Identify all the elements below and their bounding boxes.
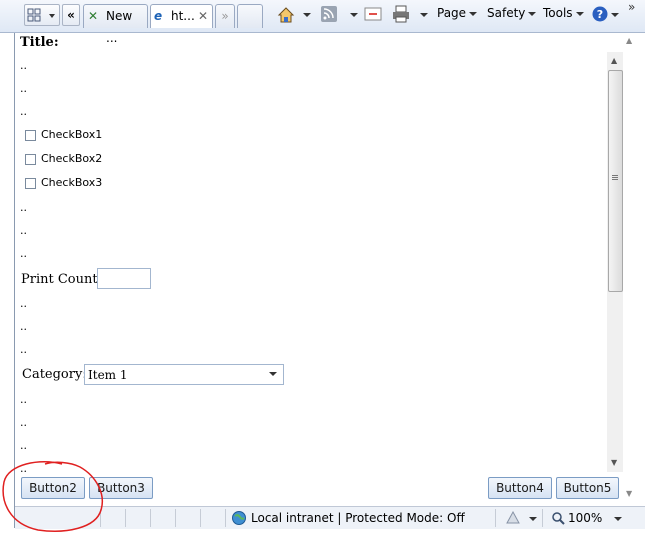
chevron-down-icon bbox=[528, 11, 537, 16]
scroll-down-icon[interactable]: ▼ bbox=[611, 458, 617, 467]
spacer-text: .. bbox=[20, 439, 27, 452]
help-menu[interactable]: ? bbox=[592, 5, 620, 25]
tab-new[interactable]: ✕ New ... bbox=[83, 4, 148, 45]
tab-label: ht... bbox=[171, 9, 195, 23]
outer-scroll-up-icon[interactable]: ▲ bbox=[626, 36, 632, 45]
chevron-down-icon bbox=[575, 11, 584, 16]
window-border bbox=[14, 33, 15, 528]
new-tab-button[interactable]: » bbox=[215, 4, 235, 28]
spacer-text: .. bbox=[20, 105, 27, 118]
mail-icon[interactable] bbox=[364, 7, 382, 21]
svg-text:?: ? bbox=[597, 8, 603, 21]
scroll-up-icon[interactable]: ▲ bbox=[611, 56, 617, 65]
spacer-text: .. bbox=[20, 297, 27, 310]
category-select[interactable]: Item 1 bbox=[84, 364, 284, 385]
spacer-text: .. bbox=[20, 201, 27, 214]
spacer-text: .. bbox=[20, 343, 27, 356]
print-count-label: Print Count: bbox=[21, 272, 102, 287]
spacer-text: .. bbox=[20, 393, 27, 406]
print-count-input[interactable] bbox=[97, 268, 151, 289]
grip-icon bbox=[612, 175, 618, 176]
checkbox-3-label: CheckBox3 bbox=[41, 176, 103, 189]
tab-current[interactable]: e ht... ✕ bbox=[150, 4, 213, 28]
outer-scroll-down-icon[interactable]: ▼ bbox=[626, 489, 632, 498]
quick-tabs-button[interactable] bbox=[24, 4, 60, 26]
button-5[interactable]: Button5 bbox=[556, 477, 619, 499]
chevron-down-icon bbox=[469, 11, 478, 16]
spacer-text: .. bbox=[20, 320, 27, 333]
checkbox-3[interactable] bbox=[25, 178, 36, 189]
new-tab-icon: ✕ bbox=[88, 9, 99, 23]
protected-mode-icon[interactable] bbox=[505, 511, 521, 525]
checkbox-2-label: CheckBox2 bbox=[41, 152, 103, 165]
security-zone-text: Local intranet | Protected Mode: Off bbox=[251, 511, 465, 525]
home-icon[interactable] bbox=[276, 5, 296, 25]
feeds-icon[interactable] bbox=[320, 5, 338, 23]
category-selected-value: Item 1 bbox=[88, 368, 128, 382]
spacer-text: .. bbox=[20, 59, 27, 72]
checkbox-1-label: CheckBox1 bbox=[41, 128, 103, 141]
page-title: Title: bbox=[20, 35, 59, 50]
chevron-down-icon bbox=[611, 13, 619, 17]
home-dropdown-icon[interactable] bbox=[303, 13, 311, 17]
zoom-level[interactable]: 100% bbox=[568, 511, 602, 525]
print-dropdown-icon[interactable] bbox=[420, 13, 428, 17]
ie-page-icon: e bbox=[154, 9, 163, 23]
spacer-text: .. bbox=[20, 247, 27, 260]
chevron-down-icon[interactable] bbox=[529, 517, 537, 521]
button-4[interactable]: Button4 bbox=[488, 477, 552, 499]
checkbox-1[interactable] bbox=[25, 130, 36, 141]
page-menu[interactable]: Page bbox=[437, 6, 478, 20]
page-menu-label: Page bbox=[437, 6, 467, 20]
help-icon: ? bbox=[592, 6, 608, 22]
zoom-dropdown-icon[interactable] bbox=[614, 517, 622, 521]
feeds-dropdown-icon[interactable] bbox=[350, 13, 358, 17]
tools-menu-label: Tools bbox=[543, 6, 573, 20]
spacer-text: .. bbox=[20, 82, 27, 95]
browser-toolbar: « ✕ New ... e ht... ✕ » Page Safety Tool… bbox=[0, 0, 645, 45]
spacer-text: .. bbox=[20, 224, 27, 237]
annotation-circle bbox=[2, 461, 103, 532]
globe-icon bbox=[232, 511, 246, 525]
safety-menu[interactable]: Safety bbox=[487, 6, 537, 20]
quick-tabs-icon bbox=[27, 8, 55, 22]
spacer-text: .. bbox=[20, 416, 27, 429]
safety-menu-label: Safety bbox=[487, 6, 526, 20]
print-icon[interactable] bbox=[391, 5, 411, 23]
close-tab-icon[interactable]: ✕ bbox=[198, 5, 208, 27]
checkbox-2[interactable] bbox=[25, 154, 36, 165]
tools-menu[interactable]: Tools bbox=[543, 6, 584, 20]
tab-list-chevron[interactable]: « bbox=[62, 4, 80, 26]
scrollbar-thumb[interactable] bbox=[608, 70, 623, 292]
category-label: Category: bbox=[22, 367, 87, 382]
tab-label: New ... bbox=[106, 9, 133, 45]
vertical-scrollbar[interactable]: ▲ ▼ bbox=[607, 52, 623, 472]
toolbar-overflow-chevron[interactable]: » bbox=[628, 0, 635, 14]
chevron-down-icon bbox=[269, 372, 277, 376]
zoom-icon[interactable] bbox=[551, 511, 565, 525]
new-tab-empty[interactable] bbox=[237, 4, 263, 28]
